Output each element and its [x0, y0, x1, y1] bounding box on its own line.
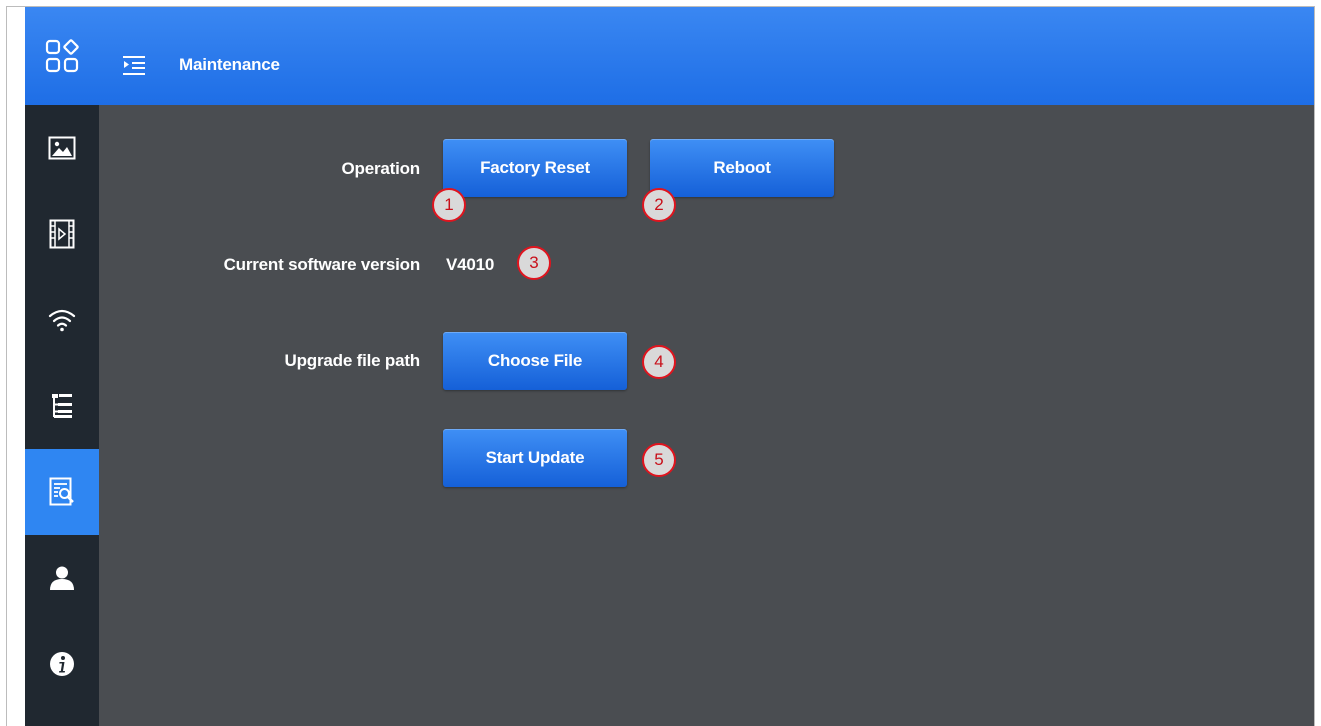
user-icon [50, 566, 74, 590]
callout-badge-2: 2 [642, 188, 676, 222]
factory-reset-button[interactable]: Factory Reset [443, 139, 627, 197]
content-area [99, 105, 1314, 726]
video-icon [49, 219, 75, 249]
callout-badge-1: 1 [432, 188, 466, 222]
upgrade-file-path-label: Upgrade file path [284, 351, 421, 370]
callout-badge-4: 4 [642, 345, 676, 379]
callout-badge-5: 5 [642, 443, 676, 477]
info-icon [50, 652, 74, 676]
list-icon [52, 394, 72, 418]
sidebar-item-video[interactable] [25, 191, 99, 277]
reboot-button[interactable]: Reboot [650, 139, 834, 197]
start-update-button[interactable]: Start Update [443, 429, 627, 487]
wifi-icon [48, 309, 76, 332]
software-version-label: Current software version [223, 255, 421, 274]
sidebar-item-image[interactable] [25, 105, 99, 191]
sidebar-item-wifi[interactable] [25, 277, 99, 363]
page-title: Maintenance [179, 55, 280, 74]
app-window: Maintenance Operation Factory Reset Rebo… [6, 6, 1315, 726]
software-version-value: V4010 [446, 255, 495, 274]
sidebar [25, 105, 99, 726]
callout-badge-3: 3 [517, 246, 551, 280]
operation-label: Operation [341, 159, 421, 178]
sidebar-item-list[interactable] [25, 363, 99, 449]
sidebar-item-info[interactable] [25, 621, 99, 707]
apps-grid-icon[interactable] [25, 7, 99, 105]
choose-file-button[interactable]: Choose File [443, 332, 627, 390]
maintenance-icon [49, 477, 74, 506]
menu-toggle-icon[interactable] [122, 53, 146, 77]
sidebar-item-maintenance[interactable] [25, 449, 99, 535]
image-icon [48, 136, 76, 160]
sidebar-item-user[interactable] [25, 535, 99, 621]
